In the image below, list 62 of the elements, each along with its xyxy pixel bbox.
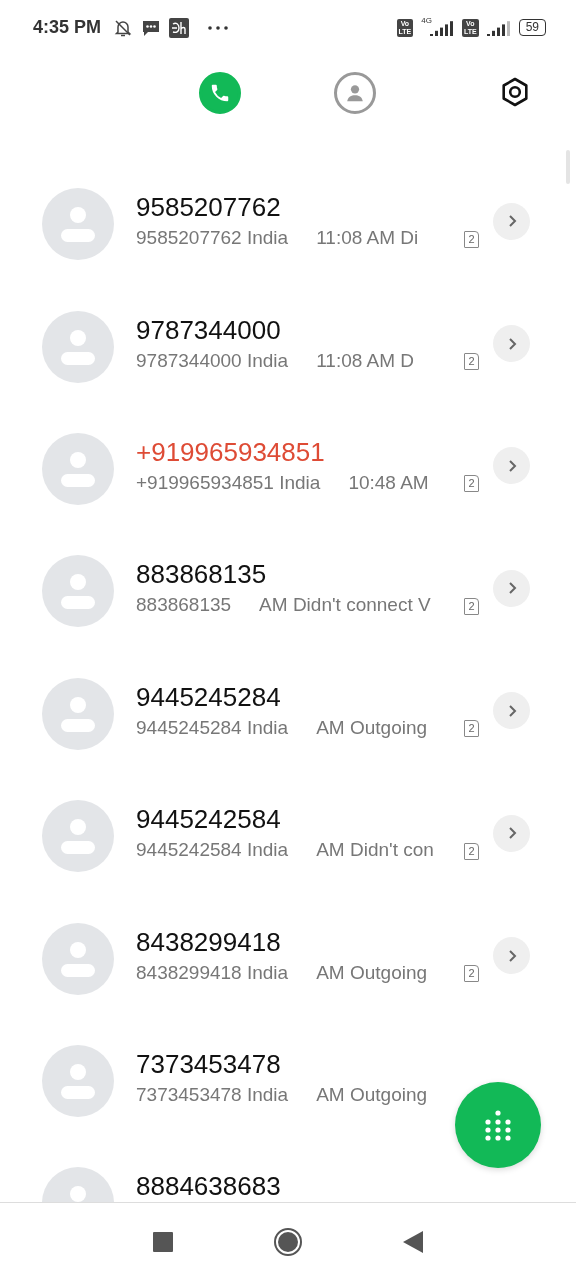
phone-icon xyxy=(209,82,231,104)
signal-icon xyxy=(486,19,511,36)
details-button[interactable] xyxy=(493,937,530,975)
avatar-icon xyxy=(42,310,114,383)
call-location: 9445245284 India xyxy=(136,716,289,739)
avatar-icon xyxy=(42,800,114,873)
call-location: 9585207762 India xyxy=(136,227,289,250)
status-time: 4:35 PM xyxy=(33,17,102,38)
caller-number: 9445242584 xyxy=(136,804,282,836)
avatar-icon xyxy=(42,922,114,995)
bell-off-icon xyxy=(113,17,134,38)
network-type: 4G xyxy=(421,16,432,25)
caller-number: 8438299418 xyxy=(136,926,282,958)
caller-number: 883868135 xyxy=(136,559,268,591)
sim-badge: 2 xyxy=(464,597,479,615)
call-time: AM Outgoing xyxy=(316,1083,428,1106)
call-location: +919965934851 India xyxy=(136,471,321,494)
call-time: 10:48 AM xyxy=(348,471,429,494)
caller-number: 7373453478 xyxy=(136,1048,282,1080)
caller-number: 9585207762 xyxy=(136,192,282,224)
call-time: AM Outgoing xyxy=(316,961,428,984)
details-button[interactable] xyxy=(493,692,530,730)
avatar-icon xyxy=(42,1044,114,1117)
call-time: 11:08 AM Di xyxy=(316,227,419,250)
more-notifications-icon xyxy=(207,24,230,31)
battery-indicator: 59 xyxy=(518,19,546,36)
avatar-icon xyxy=(42,555,114,628)
dialpad-icon xyxy=(484,1109,512,1141)
details-button[interactable] xyxy=(493,569,530,607)
call-time: AM Didn't connect V xyxy=(259,594,431,617)
details-button[interactable] xyxy=(493,814,530,852)
sim-badge: 2 xyxy=(464,230,479,248)
caller-number: 8884638683 xyxy=(136,1171,282,1202)
app-icon xyxy=(169,17,190,38)
sim-badge: 2 xyxy=(464,842,479,860)
dialpad-button[interactable] xyxy=(455,1082,541,1168)
call-time: AM Didn't con xyxy=(316,839,434,862)
call-location: 8438299418 India xyxy=(136,961,289,984)
call-time: AM Outgoing xyxy=(316,716,428,739)
call-location: 7373453478 India xyxy=(136,1083,289,1106)
details-button[interactable] xyxy=(493,447,530,485)
call-time: 11:08 AM D xyxy=(316,349,415,372)
avatar-icon xyxy=(42,432,114,505)
call-location: 9787344000 India xyxy=(136,349,289,372)
call-location: 9445242584 India xyxy=(136,839,289,862)
sim-badge: 2 xyxy=(464,720,479,738)
details-button[interactable] xyxy=(493,202,530,240)
caller-number: 9445245284 xyxy=(136,681,282,713)
caller-number: +919965934851 xyxy=(136,436,326,468)
back-icon[interactable] xyxy=(403,1230,423,1253)
avatar-icon xyxy=(42,188,114,261)
calls-tab[interactable] xyxy=(199,72,241,114)
sim-badge: 2 xyxy=(464,965,479,983)
details-button[interactable] xyxy=(493,325,530,363)
avatar-icon xyxy=(42,677,114,750)
sim-badge: 2 xyxy=(464,353,479,371)
contacts-tab[interactable] xyxy=(334,72,376,114)
home-icon[interactable] xyxy=(273,1226,303,1257)
call-location: 883868135 xyxy=(136,594,232,617)
sim-badge: 2 xyxy=(464,475,479,493)
recents-icon[interactable] xyxy=(153,1231,173,1252)
caller-number: 9787344000 xyxy=(136,314,282,346)
